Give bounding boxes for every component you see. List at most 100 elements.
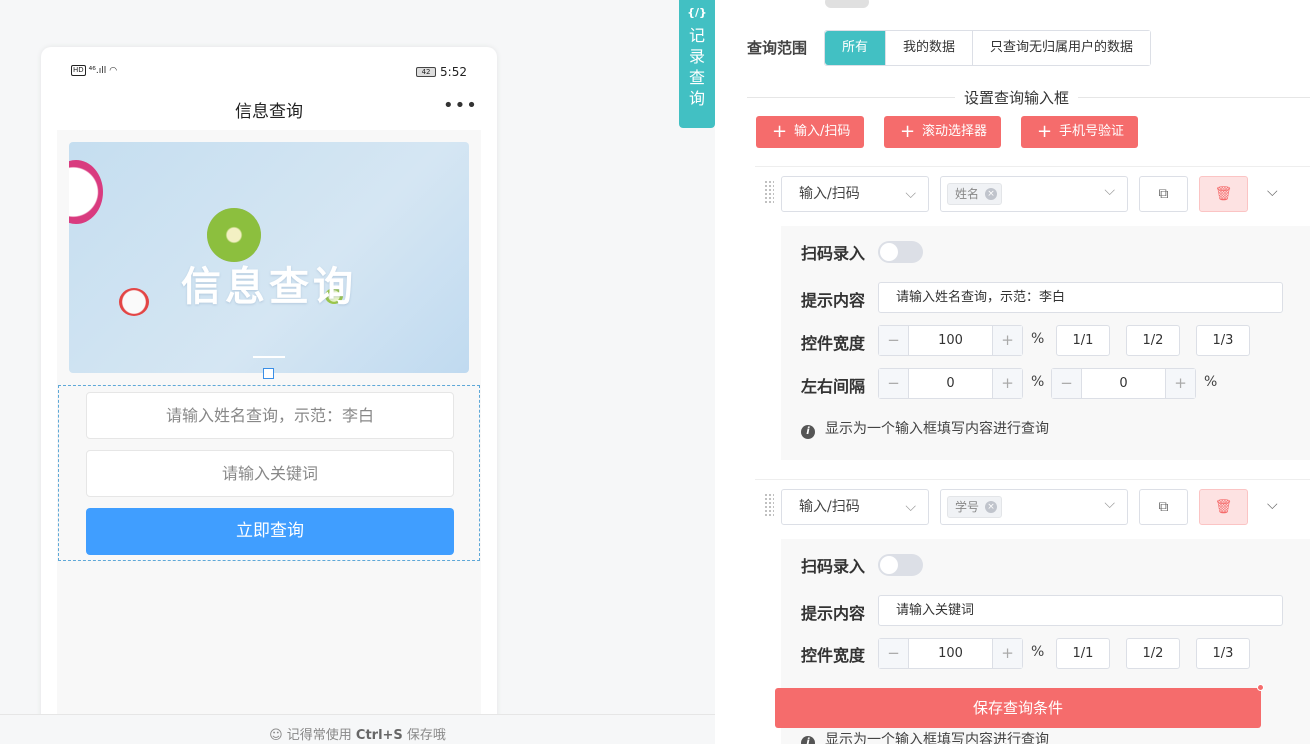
section-title: 设置查询输入框	[955, 87, 1079, 108]
field-tag: 学号 ×	[947, 496, 1003, 518]
collapse-chevron-icon[interactable]: ⌵	[1267, 184, 1278, 200]
more-icon[interactable]: •••	[443, 97, 477, 115]
width-stepper[interactable]: − 100 +	[878, 638, 1023, 669]
percent-sign: %	[1031, 644, 1045, 660]
record-query-tab[interactable]: {/} 记录查询	[679, 0, 715, 128]
status-time: 5:52	[440, 65, 467, 79]
chevron-down-icon: ⌵	[905, 186, 916, 202]
minus-icon[interactable]: −	[879, 326, 909, 355]
collapse-chevron-icon[interactable]: ⌵	[1267, 497, 1278, 513]
plus-icon: +	[900, 121, 916, 142]
width-value[interactable]: 100	[910, 326, 991, 355]
plus-icon[interactable]: +	[992, 369, 1022, 398]
minus-icon[interactable]: −	[879, 639, 909, 668]
chevron-down-icon: ⌵	[905, 499, 916, 515]
ratio-1-3-button[interactable]: 1/3	[1196, 638, 1250, 669]
battery-icon: 42	[416, 67, 437, 77]
page-title: 信息查询	[235, 102, 303, 122]
dragonfruit-icon	[69, 160, 103, 224]
chevron-down-icon: ⌵	[1104, 496, 1115, 512]
field-type-value: 输入/扫码	[799, 186, 860, 202]
tag-close-icon[interactable]: ×	[985, 188, 998, 200]
drag-handle-icon[interactable]	[764, 180, 774, 204]
scope-option-all[interactable]: 所有	[825, 31, 886, 65]
unsaved-dot	[1257, 684, 1264, 691]
field-tag-select[interactable]: 学号 × ⌵	[940, 489, 1128, 525]
scan-input-label: 扫码录入	[801, 557, 866, 576]
ratio-1-3-button[interactable]: 1/3	[1196, 325, 1250, 356]
card-divider	[755, 479, 1310, 480]
carousel-indicator[interactable]	[253, 356, 285, 358]
width-value[interactable]: 100	[910, 639, 991, 668]
resize-handle[interactable]	[263, 368, 274, 379]
info-icon: i	[801, 425, 815, 439]
field-info-text: 显示为一个输入框填写内容进行查询	[825, 421, 1049, 437]
spacing-label: 左右间隔	[801, 377, 866, 396]
save-hint-shortcut: Ctrl+S	[355, 728, 403, 743]
name-query-input[interactable]: 请输入姓名查询，示范：李白	[86, 392, 454, 439]
ratio-1-2-button[interactable]: 1/2	[1126, 325, 1180, 356]
field-tag: 姓名 ×	[947, 183, 1003, 205]
spacing-right-value[interactable]: 0	[1083, 369, 1164, 398]
width-stepper[interactable]: − 100 +	[878, 325, 1023, 356]
drag-handle-icon[interactable]	[764, 493, 774, 517]
copy-field-button[interactable]: ⧉	[1139, 176, 1188, 212]
spacing-left-stepper[interactable]: − 0 +	[878, 368, 1023, 399]
code-icon: {/}	[687, 6, 707, 19]
save-hint-prefix: 记得常使用	[286, 728, 356, 743]
scan-input-switch[interactable]	[878, 241, 923, 263]
add-input-scan-button[interactable]: + 输入/扫码	[756, 116, 865, 148]
info-icon: i	[801, 736, 815, 744]
ratio-1-1-button[interactable]: 1/1	[1056, 325, 1110, 356]
field-tag-select[interactable]: 姓名 × ⌵	[940, 176, 1128, 212]
minus-icon[interactable]: −	[1052, 369, 1082, 398]
scan-input-switch[interactable]	[878, 554, 923, 576]
percent-sign: %	[1204, 374, 1218, 390]
query-submit-button[interactable]: 立即查询	[86, 508, 454, 555]
plus-icon[interactable]: +	[992, 326, 1022, 355]
plus-icon[interactable]: +	[992, 639, 1022, 668]
plus-icon: +	[1037, 121, 1053, 142]
add-input-scan-label: 输入/扫码	[794, 124, 851, 139]
spacing-right-stepper[interactable]: − 0 +	[1051, 368, 1196, 399]
scan-input-label: 扫码录入	[801, 244, 866, 263]
field-tag-label: 学号	[955, 500, 980, 514]
status-right: 42 5:52	[416, 65, 467, 79]
scope-option-unowned[interactable]: 只查询无归属用户的数据	[972, 31, 1151, 65]
banner-title: 信息查询	[181, 264, 357, 310]
delete-field-button[interactable]: 🗑	[1199, 176, 1248, 212]
side-tab-label: 记录查询	[688, 26, 705, 108]
add-scroll-picker-button[interactable]: + 滚动选择器	[884, 116, 1002, 148]
plus-icon[interactable]: +	[1165, 369, 1195, 398]
copy-icon: ⧉	[1158, 186, 1169, 202]
field-type-select[interactable]: 输入/扫码 ⌵	[781, 489, 929, 525]
add-scroll-picker-label: 滚动选择器	[922, 124, 988, 139]
copy-icon: ⧉	[1158, 499, 1169, 515]
add-phone-verify-button[interactable]: + 手机号验证	[1021, 116, 1139, 148]
trash-icon: 🗑	[1214, 186, 1233, 202]
minus-icon[interactable]: −	[879, 369, 909, 398]
banner-image[interactable]: 信息查询	[69, 142, 469, 373]
spacing-left-value[interactable]: 0	[910, 369, 991, 398]
field-type-value: 输入/扫码	[799, 499, 860, 515]
save-hint-suffix: 保存哦	[402, 728, 446, 743]
field-card: 输入/扫码 ⌵ 姓名 × ⌵ ⧉ 🗑 ⌵ 扫码录入 提示内容 请输入姓名查询，示…	[755, 166, 1310, 466]
save-query-button[interactable]: 保存查询条件	[775, 688, 1261, 728]
scope-option-mine[interactable]: 我的数据	[885, 31, 973, 65]
hint-input[interactable]: 请输入姓名查询，示范：李白	[878, 282, 1283, 313]
hint-label: 提示内容	[801, 604, 866, 623]
tag-close-icon[interactable]: ×	[985, 501, 998, 513]
smile-icon: ☺	[269, 728, 283, 743]
ratio-1-1-button[interactable]: 1/1	[1056, 638, 1110, 669]
ratio-1-2-button[interactable]: 1/2	[1126, 638, 1180, 669]
field-type-select[interactable]: 输入/扫码 ⌵	[781, 176, 929, 212]
delete-field-button[interactable]: 🗑	[1199, 489, 1248, 525]
config-panel: 查询范围 所有 我的数据 只查询无归属用户的数据 设置查询输入框 + 输入/扫码 …	[715, 0, 1310, 744]
query-form-block[interactable]: 请输入姓名查询，示范：李白 请输入关键词 立即查询	[58, 385, 480, 561]
keyword-query-input[interactable]: 请输入关键词	[86, 450, 454, 497]
copy-field-button[interactable]: ⧉	[1139, 489, 1188, 525]
preview-pane: HD ⁴⁶.ıll ◠ 42 5:52 信息查询 ••• 信息查询 请输入姓名查…	[0, 0, 715, 744]
hint-input[interactable]: 请输入关键词	[878, 595, 1283, 626]
scope-radio-group: 所有 我的数据 只查询无归属用户的数据	[824, 30, 1152, 66]
percent-sign: %	[1031, 331, 1045, 347]
